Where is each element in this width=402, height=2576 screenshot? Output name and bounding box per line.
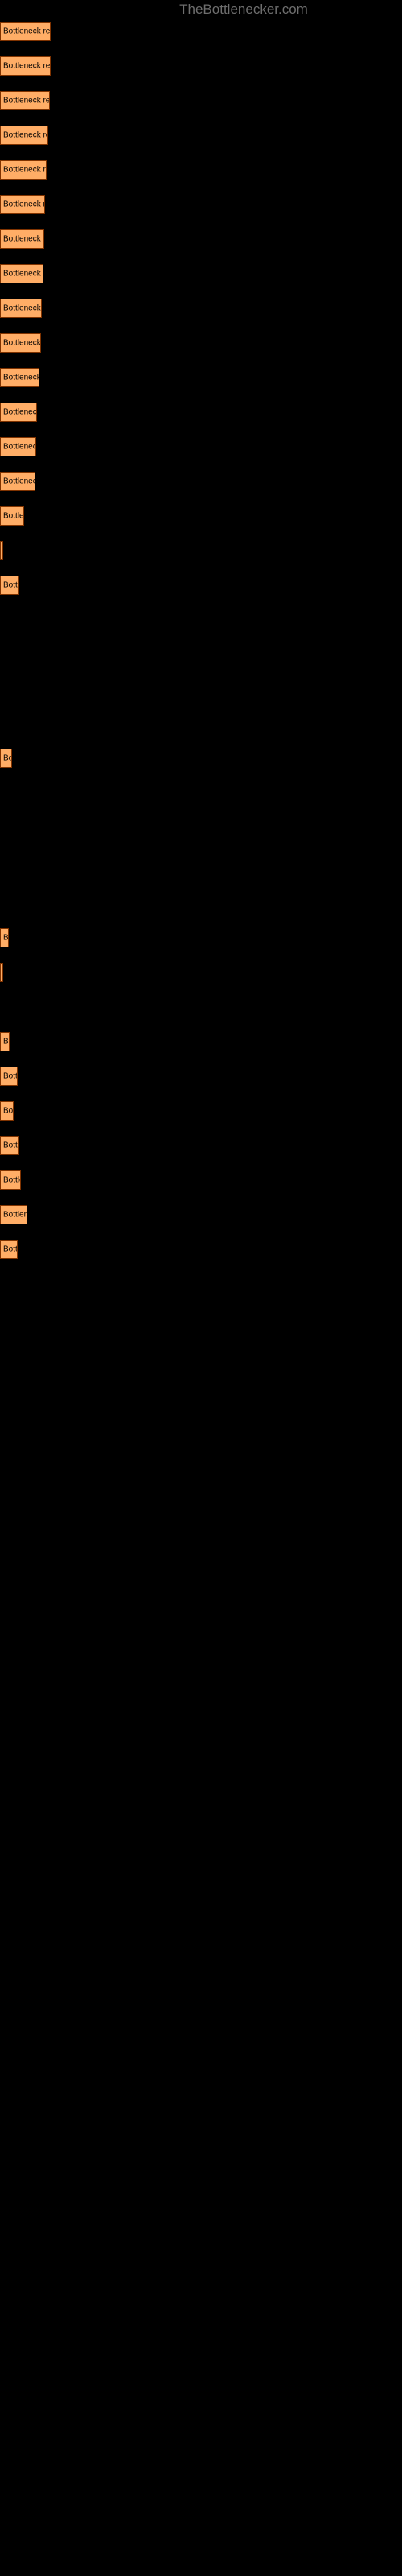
bar-row: Bottleneck result (0, 56, 402, 76)
bar-row: Bottleneck result (0, 1101, 402, 1121)
bar-row: Bottleneck result (0, 576, 402, 595)
bar-row: Bottleneck result (0, 1136, 402, 1155)
bar-row: Bottleneck result (0, 22, 402, 41)
bar[interactable]: Bottleneck result (0, 299, 42, 318)
bar-row: Bottleneck result (0, 1205, 402, 1224)
bar-label: Bottleneck result (3, 477, 35, 486)
bar-label: Bottleneck result (3, 234, 43, 244)
bar[interactable]: Bottleneck result (0, 1136, 19, 1155)
bar[interactable]: Bottleneck result (0, 91, 50, 110)
bar[interactable]: Bottleneck result (0, 1170, 21, 1190)
bar[interactable]: Bottleneck result (0, 472, 35, 491)
bar[interactable]: Bottleneck result (0, 1101, 14, 1121)
bar[interactable]: Bottleneck result (0, 160, 47, 180)
bar[interactable]: Bottleneck result (0, 333, 41, 353)
bar-row: Bottleneck result (0, 126, 402, 145)
bar-row: Bottleneck result (0, 506, 402, 526)
bar-row: Bottleneck result (0, 91, 402, 110)
bar[interactable]: Bottleneck result (0, 928, 9, 947)
bar[interactable]: Bottleneck result (0, 56, 51, 76)
bar-row: Bottleneck result (0, 541, 402, 560)
bar-row: Bottleneck result (0, 264, 402, 283)
bar[interactable]: Bottleneck result (0, 541, 3, 560)
bar-label: Bottleneck result (3, 511, 24, 521)
bar-label: Bottleneck result (3, 1245, 18, 1254)
bar-label: Bottleneck result (3, 442, 35, 452)
bar-label: Bottleneck result (3, 407, 37, 417)
bar-label: Bottleneck result (3, 338, 41, 348)
bar-label: Bottleneck result (3, 1106, 14, 1116)
bar-label: Bottleneck result (3, 1210, 27, 1220)
bar-label: Bottleneck result (3, 753, 11, 763)
bar[interactable]: Bottleneck result (0, 22, 51, 41)
bar-label: Bottleneck result (3, 269, 43, 279)
bar-row: Bottleneck result (0, 1067, 402, 1086)
bar[interactable]: Bottleneck result (0, 437, 36, 456)
bar[interactable]: Bottleneck result (0, 576, 19, 595)
bottleneck-bar-chart: TheBottlenecker.com Bottleneck resultBot… (0, 0, 402, 2576)
bar-row: Bottleneck result (0, 160, 402, 180)
bar[interactable]: Bottleneck result (0, 126, 48, 145)
bar-row: Bottleneck result (0, 368, 402, 387)
bar-label: Bottleneck result (3, 1071, 18, 1081)
bar-row: Bottleneck result (0, 472, 402, 491)
bar[interactable]: Bottleneck result (0, 749, 12, 768)
bar-row: Bottleneck result (0, 749, 402, 768)
bar-row: Bottleneck result (0, 229, 402, 249)
bar-label: Bottleneck result (3, 200, 44, 209)
bar-row: Bottleneck result (0, 1032, 402, 1051)
bar-label: Bottleneck result (3, 580, 19, 590)
bar-label: Bottleneck result (3, 130, 47, 140)
bar-row: Bottleneck result (0, 195, 402, 214)
bar-row: Bottleneck result (0, 928, 402, 947)
bar[interactable]: Bottleneck result (0, 368, 39, 387)
bar-row: Bottleneck result (0, 402, 402, 422)
bar-label: Bottleneck result (3, 61, 51, 71)
bar[interactable]: Bottleneck result (0, 506, 24, 526)
bar[interactable]: Bottleneck result (0, 1067, 18, 1086)
bar-label: Bottleneck result (3, 1037, 9, 1046)
bar-label: Bottleneck result (3, 1141, 19, 1150)
bar-row: Bottleneck result (0, 963, 402, 982)
bar-label: Bottleneck result (3, 373, 39, 382)
bar-label: Bottleneck result (3, 933, 9, 943)
bar[interactable]: Bottleneck result (0, 1240, 18, 1259)
bar-row: Bottleneck result (0, 299, 402, 318)
bar[interactable]: Bottleneck result (0, 229, 44, 249)
bar-label: Bottleneck result (3, 165, 46, 175)
bar-label: Bottleneck result (3, 303, 41, 313)
bar-row: Bottleneck result (0, 1240, 402, 1259)
bar-row: Bottleneck result (0, 437, 402, 456)
bar[interactable]: Bottleneck result (0, 1032, 10, 1051)
bar[interactable]: Bottleneck result (0, 402, 37, 422)
bar-row: Bottleneck result (0, 333, 402, 353)
bar[interactable]: Bottleneck result (0, 195, 45, 214)
bar[interactable]: Bottleneck result (0, 1205, 27, 1224)
bar-label: Bottleneck result (3, 27, 51, 36)
bar[interactable]: Bottleneck result (0, 264, 43, 283)
bar[interactable]: Bottleneck result (0, 963, 3, 982)
bar-label: Bottleneck result (3, 1175, 20, 1185)
bar-label: Bottleneck result (3, 96, 50, 105)
plot-area: Bottleneck result Bottleneck result Bottle… (0, 0, 402, 2576)
bar-row: Bottleneck result (0, 1170, 402, 1190)
